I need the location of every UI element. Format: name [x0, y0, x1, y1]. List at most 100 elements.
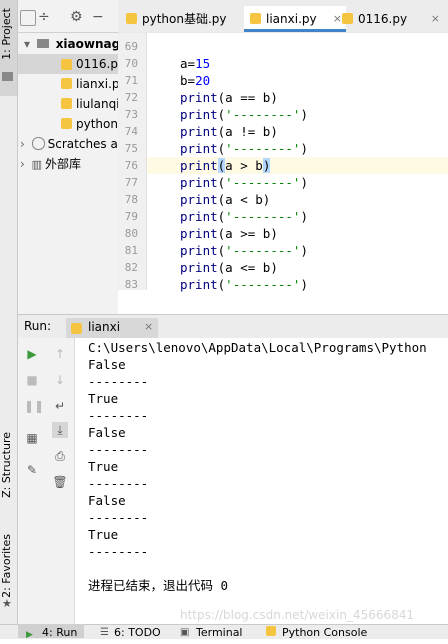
soft-wrap-icon[interactable]: ↵ [52, 398, 68, 414]
trash-icon[interactable]: 🗑 [52, 474, 68, 490]
console-line: False [88, 425, 126, 440]
file-label: python [76, 117, 118, 131]
console-line: True [88, 527, 119, 542]
run-toolbar-primary: ▶ ■ ❚❚ ▦ ✎ [18, 338, 47, 624]
python-file-icon [250, 13, 261, 24]
code-line[interactable]: b=20 [180, 72, 210, 89]
code-line[interactable]: print(a < b) [180, 191, 270, 208]
tab-label: lianxi.py [266, 12, 317, 26]
code-line[interactable]: print('--------') [180, 106, 308, 123]
chevron-down-icon: ▾ [24, 37, 31, 51]
run-config-tab[interactable]: lianxi × [66, 318, 158, 340]
python-file-icon [61, 59, 72, 70]
run-panel-header: Run: lianxi × [18, 314, 448, 340]
console-line: -------- [88, 374, 149, 389]
bottom-tab-terminal[interactable]: ▣ Terminal [178, 624, 252, 639]
tree-root-folder[interactable]: ▾ xiaownag [24, 34, 118, 54]
line-number: 83 [124, 278, 138, 291]
tree-file-python[interactable]: python [61, 114, 118, 134]
collapse-icon[interactable]: ÷ [38, 9, 50, 25]
tool-tab-structure[interactable]: Z: Structure [0, 430, 17, 510]
layout-icon[interactable]: ▦ [24, 430, 40, 446]
scratches-icon [31, 137, 45, 150]
python-file-icon [342, 13, 353, 24]
tree-file-0116[interactable]: 0116.py [18, 54, 118, 74]
code-line[interactable]: print(a >= b) [180, 225, 278, 242]
hide-icon[interactable]: − [92, 9, 104, 25]
tool-tab-project[interactable]: 1: Project [0, 0, 17, 96]
console-exit-line: 进程已结束，退出代码 0 [88, 578, 229, 593]
line-number: 81 [124, 244, 138, 257]
line-number: 79 [124, 210, 138, 223]
watermark: https://blog.csdn.net/weixin_45666841 [180, 608, 415, 622]
terminal-icon: ▣ [180, 627, 190, 638]
line-number: 75 [124, 142, 138, 155]
print-icon[interactable]: ⎙ [52, 448, 68, 464]
structure-tab-label: Z: Structure [0, 432, 13, 498]
gear-icon[interactable]: ⚙ [70, 9, 83, 25]
console-line: False [88, 357, 126, 372]
stop-icon[interactable]: ■ [24, 372, 40, 388]
code-line[interactable]: print(a != b) [180, 123, 278, 140]
scratches-label: Scratches a [47, 137, 118, 151]
library-icon: ▥ [31, 158, 43, 171]
console-line: -------- [88, 476, 149, 491]
folder-icon [2, 72, 13, 81]
tree-file-lianxi[interactable]: lianxi.py [61, 74, 118, 94]
code-line[interactable]: print('--------') [180, 140, 308, 157]
console-line: C:\Users\lenovo\AppData\Local\Programs\P… [88, 340, 427, 355]
tab-lianxi[interactable]: lianxi.py × [244, 6, 346, 32]
console-line: -------- [88, 544, 149, 559]
pause-icon[interactable]: ❚❚ [24, 398, 44, 414]
bottom-tab-python-console[interactable]: Python Console [264, 624, 382, 639]
code-line[interactable]: print('--------') [180, 174, 308, 191]
tree-file-liulanqi[interactable]: liulanqi [61, 94, 118, 114]
close-icon[interactable]: × [431, 6, 440, 32]
console-line: False [88, 493, 126, 508]
run-toolbar-secondary: ↑ ↓ ↵ ⤓ ⎙ 🗑 [46, 338, 75, 624]
code-line[interactable]: print('--------') [180, 242, 308, 259]
tab-label: python基础.py [142, 12, 227, 26]
run-icon: ▶ [26, 630, 33, 640]
project-panel: ÷ ⚙ − ▾ xiaownag 0116.py lianxi.py liula… [18, 0, 118, 314]
file-label: 0116.py [76, 57, 118, 71]
code-line[interactable]: print('--------') [180, 208, 308, 225]
arrow-up-icon[interactable]: ↑ [52, 346, 68, 362]
code-line[interactable]: print('--------') [180, 276, 308, 293]
bottom-tab-label: Python Console [282, 626, 368, 639]
target-icon[interactable] [20, 10, 36, 26]
todo-icon: ☰ [100, 627, 109, 638]
tree-scratches[interactable]: › Scratches a [20, 134, 118, 154]
pin-icon[interactable]: ✎ [24, 462, 40, 478]
divider [118, 32, 448, 33]
scroll-to-end-icon[interactable]: ⤓ [52, 422, 68, 438]
file-label: lianxi.py [76, 77, 118, 91]
arrow-down-icon[interactable]: ↓ [52, 372, 68, 388]
line-number: 72 [124, 91, 138, 104]
tab-0116[interactable]: 0116.py × [336, 6, 444, 32]
tab-python-basics[interactable]: python基础.py × [120, 6, 264, 32]
tree-external-libraries[interactable]: › ▥ 外部库 [20, 154, 81, 174]
line-number: 73 [124, 108, 138, 121]
code-line[interactable]: a=15 [180, 55, 210, 72]
close-icon[interactable]: × [144, 320, 153, 333]
chevron-right-icon: › [20, 137, 25, 151]
bottom-tab-run[interactable]: ▶ 4: Run [18, 624, 84, 640]
line-number: 78 [124, 193, 138, 206]
star-icon: ★ [2, 597, 12, 610]
line-number: 69 [124, 40, 138, 53]
line-number: 71 [124, 74, 138, 87]
line-number: 80 [124, 227, 138, 240]
code-line[interactable]: print(a <= b) [180, 259, 278, 276]
rerun-icon[interactable]: ▶ [24, 346, 40, 362]
console-line: True [88, 459, 119, 474]
external-label: 外部库 [45, 157, 82, 171]
file-label: liulanqi [76, 97, 118, 111]
python-file-icon [61, 98, 72, 109]
python-file-icon [71, 323, 82, 334]
console-line: -------- [88, 442, 149, 457]
divider [18, 32, 118, 33]
code-line-current[interactable]: print(a > b) [180, 157, 271, 174]
code-line[interactable]: print(a == b) [180, 89, 278, 106]
bottom-tab-todo[interactable]: ☰ 6: TODO [98, 624, 166, 639]
